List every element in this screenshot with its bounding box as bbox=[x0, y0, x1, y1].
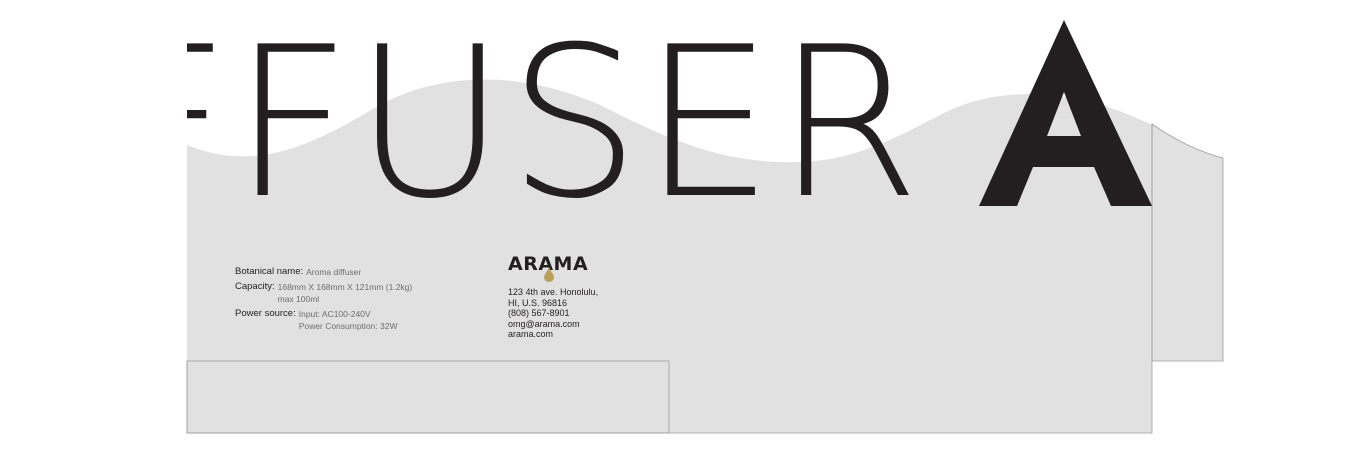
phone-number: (808) 567-8901 bbox=[508, 308, 570, 318]
bottom-flap bbox=[186, 360, 670, 434]
spec-label: Botanical name: bbox=[235, 266, 304, 277]
spec-row-capacity: Capacity: 168mm X 168mm X 121mm (1.2kg) … bbox=[235, 281, 485, 305]
website: arama.com bbox=[508, 329, 554, 339]
spec-value: Input: AC100-240V bbox=[298, 309, 371, 319]
spec-row-botanical: Botanical name: Aroma diffuser bbox=[235, 266, 485, 278]
address-line: 123 4th ave. Honolulu, bbox=[508, 287, 599, 297]
address: 123 4th ave. Honolulu, HI, U.S. 96816 (8… bbox=[508, 287, 648, 340]
spec-row-power: Power source: Input: AC100-240V Power Co… bbox=[235, 308, 485, 332]
contact-block: ARAMA 123 4th ave. Honolulu, HI, U.S. 96… bbox=[508, 253, 648, 340]
spec-value: Aroma diffuser bbox=[306, 267, 362, 277]
spec-list: Botanical name: Aroma diffuser Capacity:… bbox=[235, 266, 485, 335]
side-flap bbox=[1151, 123, 1224, 362]
spec-label: Power source: bbox=[235, 308, 296, 319]
packaging-dieline bbox=[186, 79, 1224, 434]
spec-value: Power Consumption: 32W bbox=[298, 321, 398, 331]
brand-logo: ARAMA bbox=[508, 253, 598, 283]
spec-value: 168mm X 168mm X 121mm (1.2kg) bbox=[277, 282, 413, 292]
spec-label: Capacity: bbox=[235, 281, 275, 292]
address-line: HI, U.S. 96816 bbox=[508, 297, 568, 308]
spec-value: max 100ml bbox=[277, 294, 320, 304]
email-address: omg@arama.com bbox=[508, 318, 580, 329]
drop-icon bbox=[544, 266, 554, 282]
